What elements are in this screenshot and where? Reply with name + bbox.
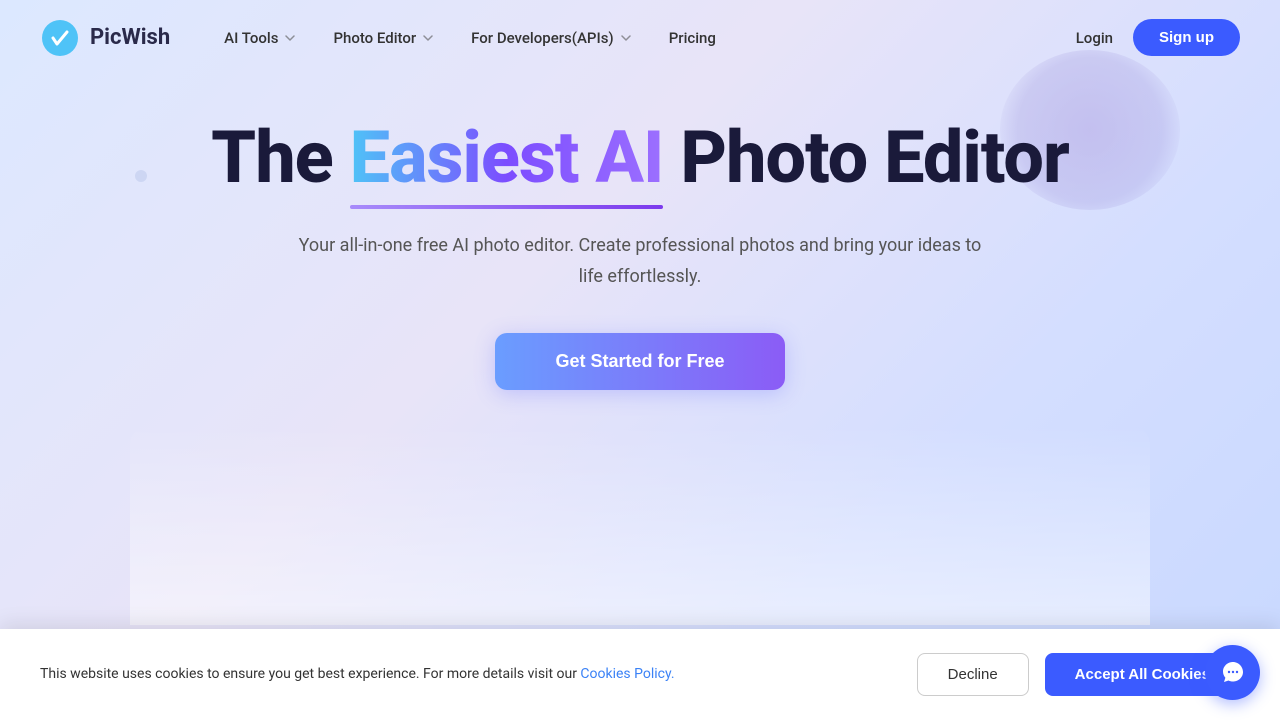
chat-support-button[interactable] [1205,645,1260,700]
nav-links: AI Tools Photo Editor For Developers(API… [210,21,1076,55]
cookie-buttons: Decline Accept All Cookies [917,653,1240,696]
logo-link[interactable]: PicWish [40,18,170,58]
hero-section: The Easiest AI Photo Editor Your all-in-… [0,75,1280,390]
navbar: PicWish AI Tools Photo Editor For Develo… [0,0,1280,75]
heading-suffix: Photo Editor [663,115,1068,200]
cta-button[interactable]: Get Started for Free [495,333,784,390]
cookie-banner: This website uses cookies to ensure you … [0,629,1280,720]
hero-heading: The Easiest AI Photo Editor [211,115,1069,201]
heading-gradient: Easiest AI [350,115,664,201]
logo-text: PicWish [90,25,170,50]
heading-prefix: The [211,115,350,200]
nav-item-developers[interactable]: For Developers(APIs) [457,21,647,55]
nav-right: Login Sign up [1076,19,1240,56]
cookie-policy-link[interactable]: Cookies Policy. [580,666,674,682]
decline-button[interactable]: Decline [917,653,1029,696]
nav-item-pricing[interactable]: Pricing [655,21,730,55]
preview-area [130,425,1150,625]
login-button[interactable]: Login [1076,29,1113,47]
nav-item-ai-tools[interactable]: AI Tools [210,21,311,55]
nav-item-photo-editor[interactable]: Photo Editor [319,21,449,55]
chat-icon [1220,660,1246,686]
cookie-message: This website uses cookies to ensure you … [40,664,675,685]
logo-icon [40,18,80,58]
hero-subtext: Your all-in-one free AI photo editor. Cr… [290,231,990,292]
signup-button[interactable]: Sign up [1133,19,1240,56]
chevron-down-icon [283,31,297,45]
chevron-down-icon [619,31,633,45]
chevron-down-icon [421,31,435,45]
